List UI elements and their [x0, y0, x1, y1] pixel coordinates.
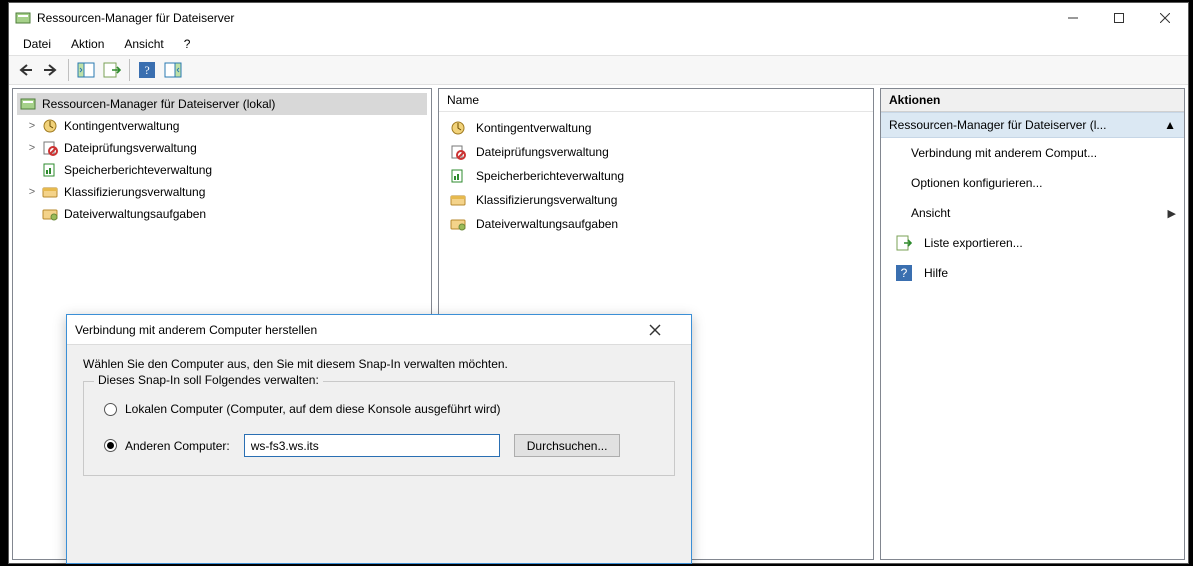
tree-root-label: Ressourcen-Manager für Dateiserver (loka…	[42, 97, 275, 111]
collapse-icon: ▲	[1164, 118, 1176, 132]
action-view[interactable]: Ansicht ▶	[881, 198, 1184, 228]
menu-help[interactable]: ?	[176, 35, 199, 53]
radio-local[interactable]	[104, 403, 117, 416]
maximize-button[interactable]	[1096, 3, 1142, 33]
export-list-button[interactable]	[100, 58, 124, 82]
reports-icon	[42, 162, 58, 178]
browse-button[interactable]: Durchsuchen...	[514, 434, 621, 457]
chevron-right-icon: ▶	[1168, 207, 1176, 220]
app-icon	[15, 10, 31, 26]
show-hide-tree-button[interactable]	[74, 58, 98, 82]
fsrm-root-icon	[20, 96, 36, 112]
action-export-list[interactable]: Liste exportieren...	[881, 228, 1184, 258]
dialog-groupbox: Dieses Snap-In soll Folgendes verwalten:…	[83, 381, 675, 476]
tree-item-label: Dateiverwaltungsaufgaben	[64, 207, 206, 221]
filemgmt-icon	[42, 206, 58, 222]
radio-local-label: Lokalen Computer (Computer, auf dem dies…	[125, 402, 501, 416]
tree-item[interactable]: Speicherberichteverwaltung	[17, 159, 427, 181]
groupbox-legend: Dieses Snap-In soll Folgendes verwalten:	[94, 373, 323, 387]
menu-aktion[interactable]: Aktion	[63, 35, 112, 53]
minimize-button[interactable]	[1050, 3, 1096, 33]
action-help[interactable]: ? Hilfe	[881, 258, 1184, 288]
list-item-label: Dateiprüfungsverwaltung	[476, 145, 609, 159]
expand-icon[interactable]: >	[25, 186, 39, 198]
menu-ansicht[interactable]: Ansicht	[116, 35, 171, 53]
tree-item-label: Dateiprüfungsverwaltung	[64, 141, 197, 155]
toolbar-separator	[129, 59, 130, 81]
list-item-label: Speicherberichteverwaltung	[476, 169, 624, 183]
connect-dialog: Verbindung mit anderem Computer herstell…	[66, 314, 692, 564]
tree-item[interactable]: > Kontingentverwaltung	[17, 115, 427, 137]
filescreen-icon	[42, 140, 58, 156]
window-controls	[1050, 3, 1188, 33]
list-item[interactable]: Klassifizierungsverwaltung	[445, 188, 867, 212]
tree: Ressourcen-Manager für Dateiserver (loka…	[13, 89, 431, 229]
svg-text:?: ?	[144, 63, 149, 77]
expand-icon[interactable]: >	[25, 142, 39, 154]
tree-item[interactable]: Dateiverwaltungsaufgaben	[17, 203, 427, 225]
nav-back-button[interactable]	[13, 58, 37, 82]
tree-item[interactable]: > Klassifizierungsverwaltung	[17, 181, 427, 203]
show-hide-action-pane-button[interactable]	[161, 58, 185, 82]
tree-root[interactable]: Ressourcen-Manager für Dateiserver (loka…	[17, 93, 427, 115]
classification-icon	[450, 192, 466, 208]
actions-section-label: Ressourcen-Manager für Dateiserver (l...	[889, 118, 1106, 132]
radio-other[interactable]	[104, 439, 117, 452]
action-label: Liste exportieren...	[924, 236, 1023, 250]
toolbar-separator	[68, 59, 69, 81]
nav-forward-button[interactable]	[39, 58, 63, 82]
list-column-header[interactable]: Name	[439, 89, 873, 112]
window-title: Ressourcen-Manager für Dateiserver	[37, 11, 1050, 25]
computer-name-input[interactable]	[244, 434, 500, 457]
list-item-label: Dateiverwaltungsaufgaben	[476, 217, 618, 231]
help-button[interactable]: ?	[135, 58, 159, 82]
filescreen-icon	[450, 144, 466, 160]
list-item[interactable]: Speicherberichteverwaltung	[445, 164, 867, 188]
quota-icon	[42, 118, 58, 134]
titlebar: Ressourcen-Manager für Dateiserver	[9, 3, 1188, 33]
tree-item-label: Speicherberichteverwaltung	[64, 163, 212, 177]
list-item[interactable]: Dateiverwaltungsaufgaben	[445, 212, 867, 236]
close-button[interactable]	[1142, 3, 1188, 33]
dialog-close-button[interactable]	[649, 324, 683, 336]
dialog-title: Verbindung mit anderem Computer herstell…	[75, 323, 649, 337]
actions-pane: Aktionen Ressourcen-Manager für Dateiser…	[880, 88, 1185, 560]
dialog-prompt: Wählen Sie den Computer aus, den Sie mit…	[83, 357, 675, 371]
quota-icon	[450, 120, 466, 136]
radio-local-row[interactable]: Lokalen Computer (Computer, auf dem dies…	[104, 402, 660, 416]
action-connect[interactable]: Verbindung mit anderem Comput...	[881, 138, 1184, 168]
expand-icon[interactable]: >	[25, 120, 39, 132]
reports-icon	[450, 168, 466, 184]
export-icon	[896, 235, 912, 251]
action-label: Ansicht	[911, 206, 950, 220]
tree-item-label: Kontingentverwaltung	[64, 119, 179, 133]
classification-icon	[42, 184, 58, 200]
action-label: Optionen konfigurieren...	[911, 176, 1042, 190]
radio-other-row: Anderen Computer: Durchsuchen...	[104, 434, 660, 457]
menubar: Datei Aktion Ansicht ?	[9, 33, 1188, 55]
list-item[interactable]: Dateiprüfungsverwaltung	[445, 140, 867, 164]
radio-other-label: Anderen Computer:	[125, 439, 230, 453]
help-icon: ?	[896, 265, 912, 281]
dialog-body: Wählen Sie den Computer aus, den Sie mit…	[67, 345, 691, 484]
list-item-label: Kontingentverwaltung	[476, 121, 591, 135]
tree-item-label: Klassifizierungsverwaltung	[64, 185, 205, 199]
list-item[interactable]: Kontingentverwaltung	[445, 116, 867, 140]
action-configure-options[interactable]: Optionen konfigurieren...	[881, 168, 1184, 198]
action-label: Verbindung mit anderem Comput...	[911, 146, 1097, 160]
dialog-titlebar: Verbindung mit anderem Computer herstell…	[67, 315, 691, 345]
actions-header: Aktionen	[881, 89, 1184, 112]
tree-item[interactable]: > Dateiprüfungsverwaltung	[17, 137, 427, 159]
action-label: Hilfe	[924, 266, 948, 280]
actions-section-header[interactable]: Ressourcen-Manager für Dateiserver (l...…	[881, 112, 1184, 138]
filemgmt-icon	[450, 216, 466, 232]
menu-datei[interactable]: Datei	[15, 35, 59, 53]
list-item-label: Klassifizierungsverwaltung	[476, 193, 617, 207]
svg-text:?: ?	[901, 266, 908, 280]
toolbar: ?	[9, 55, 1188, 85]
list-body: Kontingentverwaltung Dateiprüfungsverwal…	[439, 112, 873, 240]
